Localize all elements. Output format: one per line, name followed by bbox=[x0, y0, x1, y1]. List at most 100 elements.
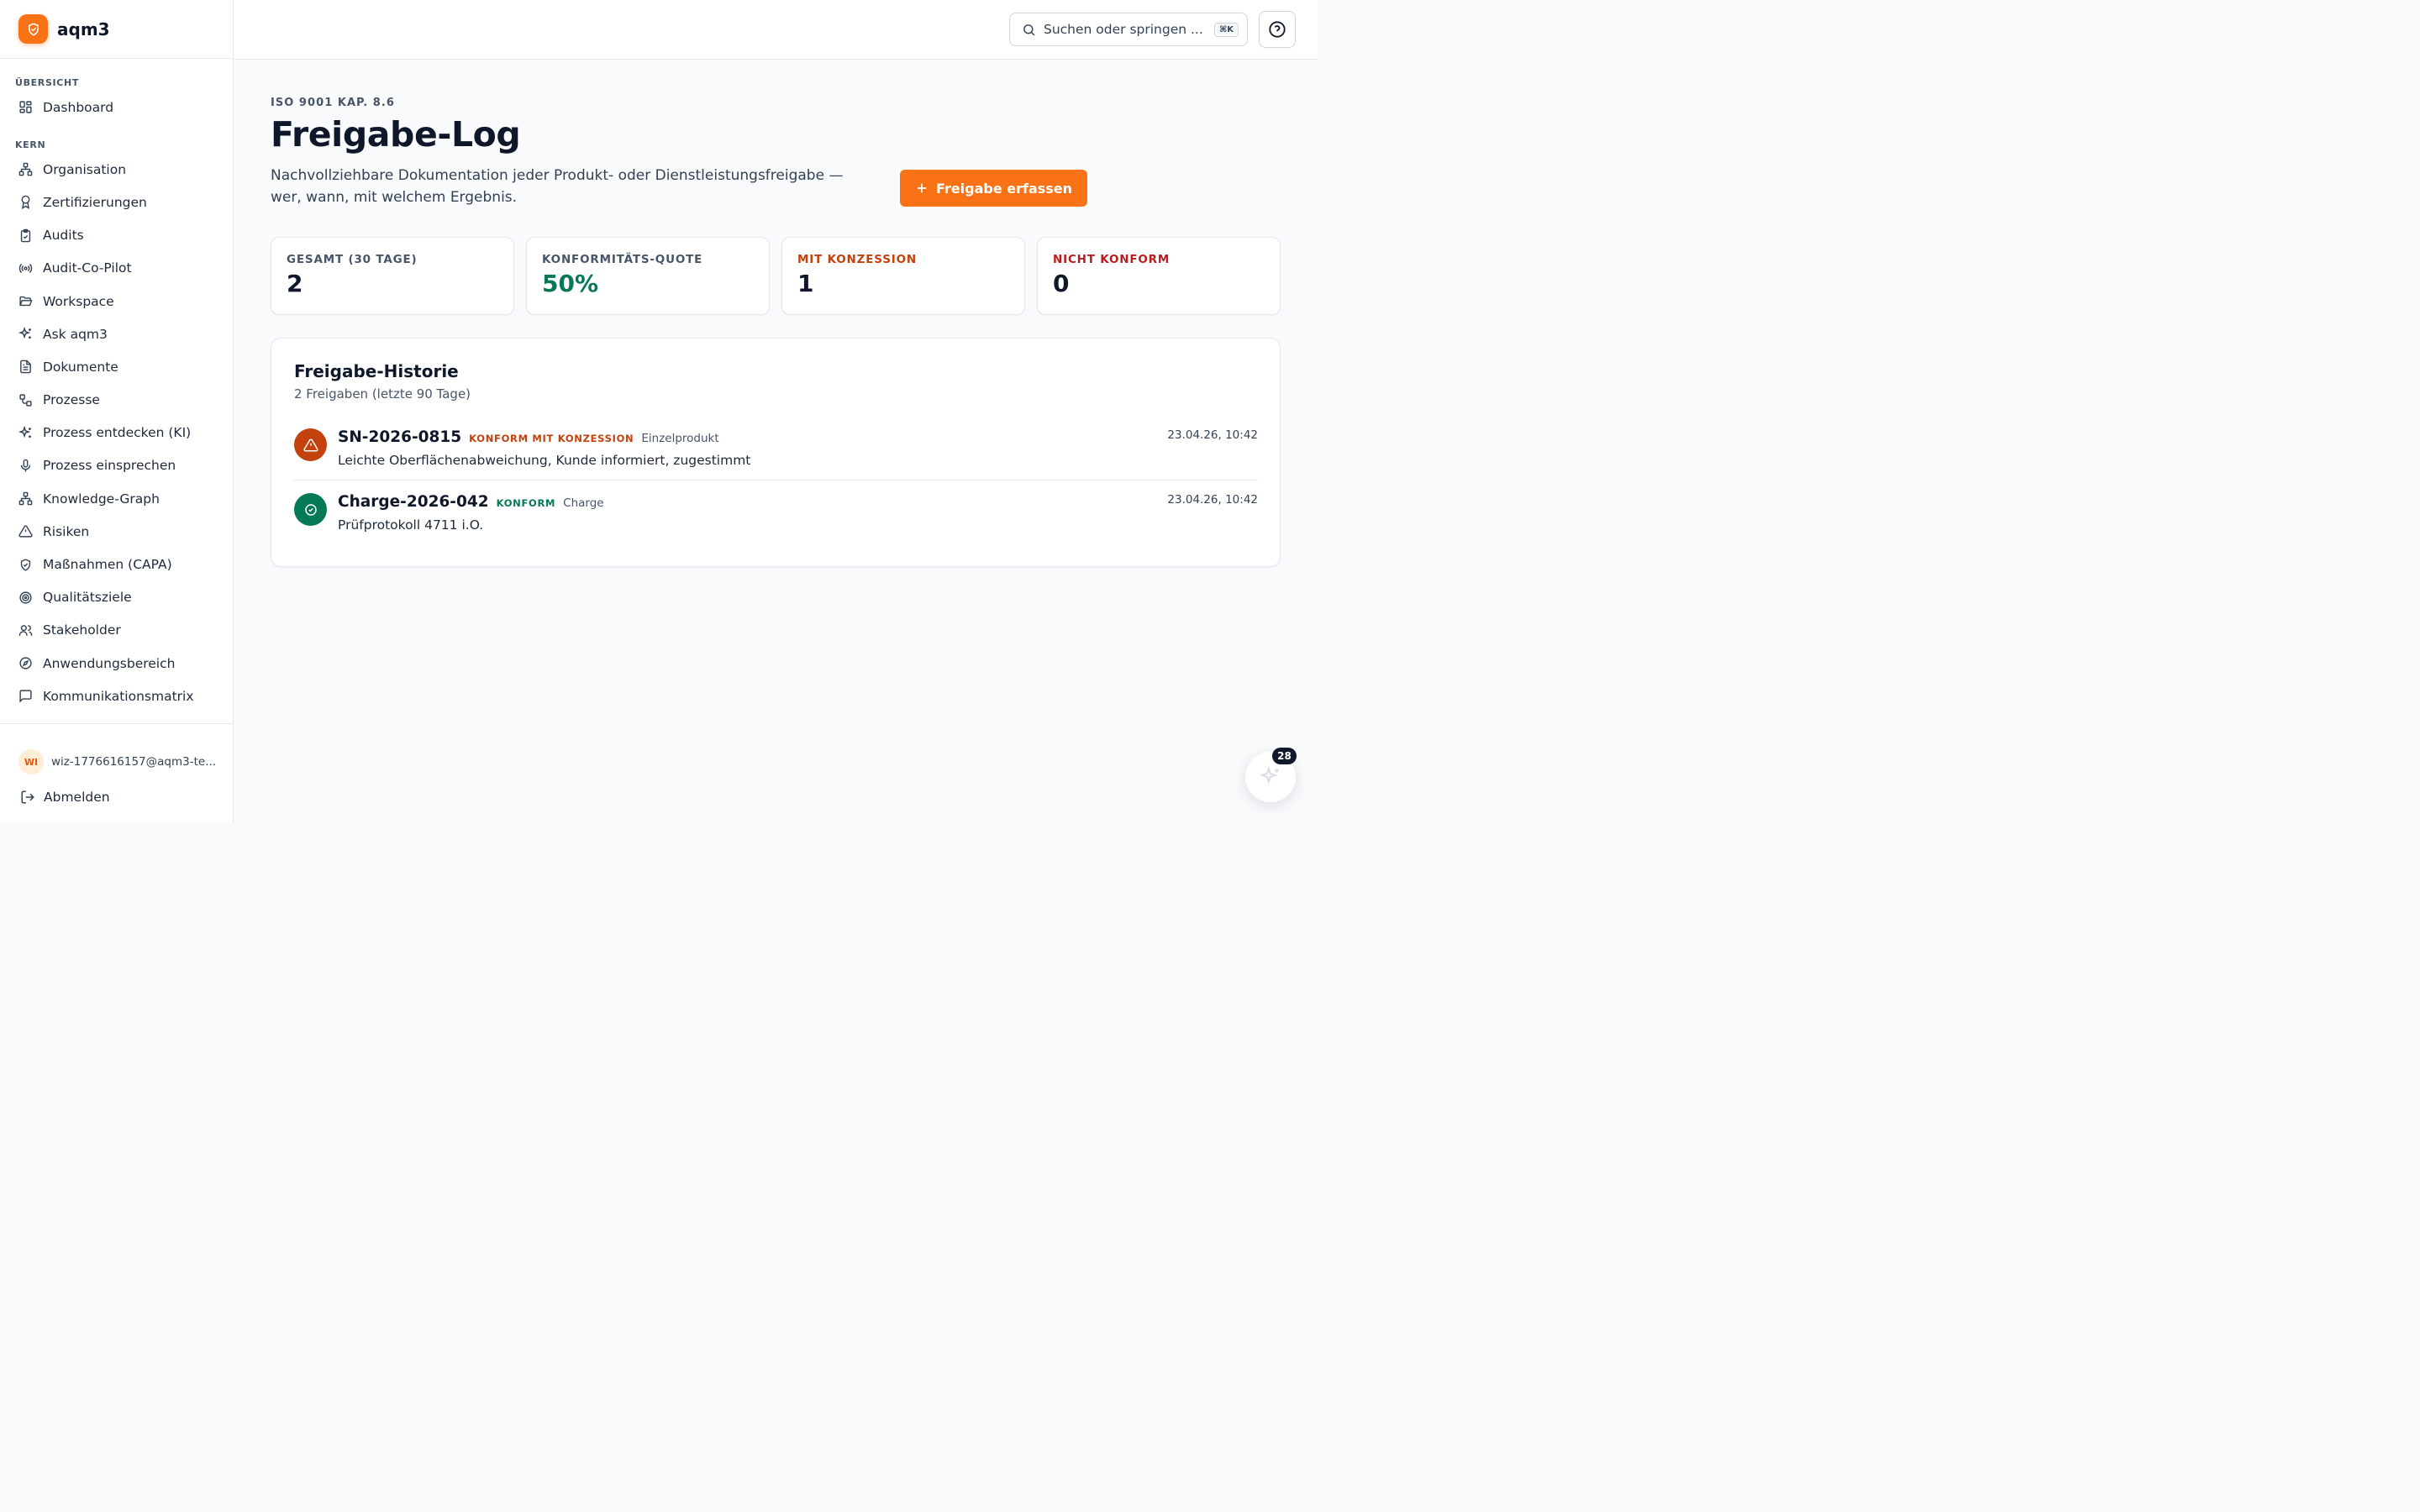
entry-body: Charge-2026-042 KONFORM Charge Prüfproto… bbox=[338, 493, 1258, 533]
history-subtitle: 2 Freigaben (letzte 90 Tage) bbox=[294, 386, 471, 402]
history-list: SN-2026-0815 KONFORM MIT KONZESSION Einz… bbox=[294, 420, 1258, 544]
brand-name: aqm3 bbox=[57, 18, 110, 39]
search-placeholder: Suchen oder springen ... bbox=[1044, 22, 1203, 37]
sidebar-item-risiken[interactable]: Risiken bbox=[0, 515, 233, 548]
notification-count-badge: 28 bbox=[1272, 748, 1297, 764]
sidebar-item-dokumente[interactable]: Dokumente bbox=[0, 350, 233, 383]
entry-timestamp: 23.04.26, 10:42 bbox=[1167, 493, 1258, 507]
sidebar: aqm3 ÜBERSICHT Dashboard KERN Organisati… bbox=[0, 0, 234, 823]
sidebar-item-label: Stakeholder bbox=[43, 622, 121, 638]
entry-note: Prüfprotokoll 4711 i.O. bbox=[338, 517, 484, 533]
file-text-icon bbox=[20, 360, 31, 374]
page-description: Nachvollziehbare Dokumentation jeder Pro… bbox=[271, 167, 844, 206]
sidebar-item-zertifizierungen[interactable]: Zertifizierungen bbox=[0, 186, 233, 218]
sparkles-icon bbox=[18, 327, 31, 339]
stats-row: GESAMT (30 TAGE) 2 KONFORMITÄTS-QUOTE 50… bbox=[271, 237, 1281, 315]
logout-button[interactable]: Abmelden bbox=[0, 783, 233, 811]
microphone-icon bbox=[20, 459, 31, 472]
stat-card-concession: MIT KONZESSION 1 bbox=[781, 237, 1025, 315]
users-icon bbox=[18, 625, 33, 636]
sidebar-item-qualitaetsziele[interactable]: Qualitätsziele bbox=[0, 581, 233, 614]
entry-head: Charge-2026-042 KONFORM Charge bbox=[338, 493, 1258, 511]
stat-card-conformity-rate: KONFORMITÄTS-QUOTE 50% bbox=[526, 237, 770, 315]
sidebar-item-organisation[interactable]: Organisation bbox=[0, 153, 233, 186]
sidebar-item-stakeholder[interactable]: Stakeholder bbox=[0, 614, 233, 647]
sidebar-item-dashboard[interactable]: Dashboard bbox=[0, 91, 233, 123]
entry-type: Einzelprodukt bbox=[641, 432, 719, 445]
sidebar-item-label: Prozess einsprechen bbox=[43, 458, 176, 474]
sidebar-item-knowledge-graph[interactable]: Knowledge-Graph bbox=[0, 482, 233, 515]
stat-label: GESAMT (30 TAGE) bbox=[287, 253, 418, 266]
help-button[interactable] bbox=[1259, 11, 1296, 48]
network-icon bbox=[18, 491, 33, 506]
sidebar-item-label: Audit-Co-Pilot bbox=[43, 260, 132, 276]
stat-label: MIT KONZESSION bbox=[797, 253, 917, 266]
sidebar-footer: WI wiz-1776616157@aqm3-te... Abmelden bbox=[0, 723, 233, 811]
sidebar-item-label: Kommunikationsmatrix bbox=[43, 688, 194, 704]
user-profile[interactable]: WI wiz-1776616157@aqm3-te... bbox=[0, 724, 233, 783]
sidebar-item-audit-co-pilot[interactable]: Audit-Co-Pilot bbox=[0, 252, 233, 285]
sidebar-item-kommunikationsmatrix[interactable]: Kommunikationsmatrix bbox=[0, 680, 233, 712]
sidebar-item-label: Zertifizierungen bbox=[43, 194, 147, 210]
page-header-row: Nachvollziehbare Dokumentation jeder Pro… bbox=[271, 165, 1281, 208]
nav-section-title: KERN bbox=[15, 139, 46, 151]
compass-icon bbox=[19, 657, 32, 669]
avatar: WI bbox=[18, 749, 44, 774]
shield-check-icon bbox=[20, 558, 31, 571]
stat-value: 1 bbox=[797, 270, 814, 297]
stat-label: NICHT KONFORM bbox=[1053, 253, 1171, 266]
workflow-icon bbox=[19, 394, 32, 407]
search-input[interactable]: Suchen oder springen ... ⌘K bbox=[1009, 13, 1248, 46]
entry-id: Charge-2026-042 bbox=[338, 493, 489, 511]
shortcut-badge: ⌘K bbox=[1213, 22, 1239, 37]
list-item[interactable]: Charge-2026-042 KONFORM Charge Prüfproto… bbox=[294, 480, 1258, 544]
topbar: Suchen oder springen ... ⌘K bbox=[234, 0, 1318, 60]
logout-label: Abmelden bbox=[44, 790, 110, 805]
sidebar-item-label: Qualitätsziele bbox=[43, 590, 132, 606]
sidebar-item-anwendungsbereich[interactable]: Anwendungsbereich bbox=[0, 647, 233, 680]
page-content: ISO 9001 KAP. 8.6 Freigabe-Log Nachvollz… bbox=[234, 60, 1318, 567]
sidebar-item-prozesse[interactable]: Prozesse bbox=[0, 384, 233, 417]
dashboard-icon bbox=[19, 101, 32, 113]
entry-note: Leichte Oberflächenabweichung, Kunde inf… bbox=[338, 453, 751, 468]
stat-card-nonconform: NICHT KONFORM 0 bbox=[1037, 237, 1281, 315]
history-title: Freigabe-Historie bbox=[294, 361, 459, 381]
sidebar-item-massnahmen[interactable]: Maßnahmen (CAPA) bbox=[0, 548, 233, 580]
page-title: Freigabe-Log bbox=[271, 114, 521, 155]
target-icon bbox=[19, 591, 32, 604]
status-badge: KONFORM MIT KONZESSION bbox=[469, 433, 634, 444]
main-area: Suchen oder springen ... ⌘K ISO 9001 KAP… bbox=[234, 0, 1318, 823]
message-icon bbox=[19, 690, 32, 703]
nav-section-title: ÜBERSICHT bbox=[15, 77, 80, 88]
award-icon bbox=[21, 196, 30, 210]
stat-card-total: GESAMT (30 TAGE) 2 bbox=[271, 237, 514, 315]
sidebar-item-audits[interactable]: Audits bbox=[0, 219, 233, 252]
plus-icon bbox=[917, 183, 927, 193]
entry-head: SN-2026-0815 KONFORM MIT KONZESSION Einz… bbox=[338, 428, 1258, 446]
warning-icon bbox=[302, 438, 318, 451]
logout-icon bbox=[21, 790, 34, 804]
folder-open-icon bbox=[19, 296, 33, 307]
sidebar-item-label: Workspace bbox=[43, 293, 114, 309]
sidebar-item-label: Organisation bbox=[43, 161, 127, 177]
entry-id: SN-2026-0815 bbox=[338, 428, 462, 446]
sidebar-item-prozess-einsprechen[interactable]: Prozess einsprechen bbox=[0, 449, 233, 482]
sidebar-item-label: Maßnahmen (CAPA) bbox=[43, 557, 172, 573]
brand[interactable]: aqm3 bbox=[0, 0, 233, 59]
entry-type: Charge bbox=[563, 496, 604, 510]
sidebar-item-label: Prozesse bbox=[43, 392, 100, 408]
sidebar-item-prozess-entdecken[interactable]: Prozess entdecken (KI) bbox=[0, 417, 233, 449]
sparkles-icon bbox=[18, 425, 31, 438]
entry-status-icon bbox=[294, 428, 327, 461]
list-item[interactable]: SN-2026-0815 KONFORM MIT KONZESSION Einz… bbox=[294, 420, 1258, 480]
org-chart-icon bbox=[18, 162, 33, 176]
stat-value: 0 bbox=[1053, 270, 1070, 297]
sidebar-item-ask-aqm3[interactable]: Ask aqm3 bbox=[0, 318, 233, 350]
sidebar-nav: ÜBERSICHT Dashboard KERN Organisation Ze… bbox=[0, 59, 233, 712]
add-release-button[interactable]: Freigabe erfassen bbox=[900, 170, 1088, 207]
radio-icon bbox=[18, 263, 33, 273]
sidebar-item-workspace[interactable]: Workspace bbox=[0, 285, 233, 318]
stat-value: 50% bbox=[542, 270, 599, 297]
help-icon bbox=[1269, 21, 1286, 38]
sidebar-item-label: Audits bbox=[43, 228, 84, 244]
